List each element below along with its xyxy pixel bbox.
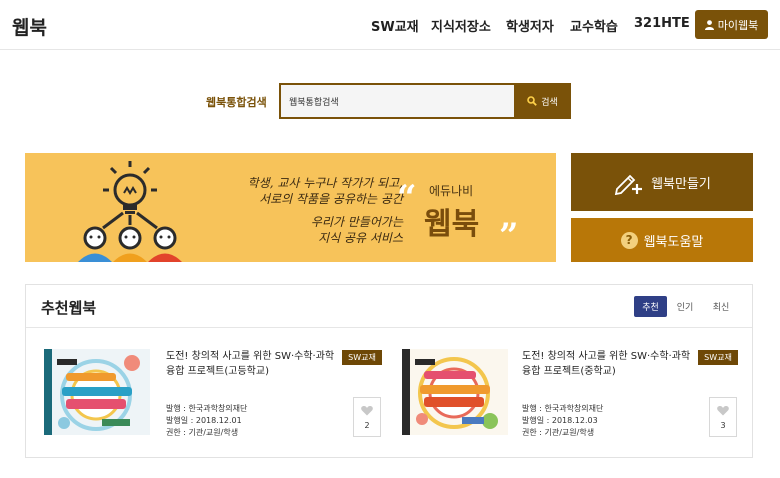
promo-banner[interactable]: 학생, 교사 누구나 작가가 되고, 서로의 작품을 공유하는 공간 우리가 만… bbox=[25, 153, 556, 262]
make-webbook-button[interactable]: 웹북만들기 bbox=[571, 153, 753, 211]
tab-recommended[interactable]: 추천 bbox=[634, 296, 667, 317]
like-button[interactable]: 2 bbox=[353, 397, 381, 437]
book-title[interactable]: 도전! 창의적 사고를 위한 SW·수학·과학 융합 프로젝트(중학교) bbox=[522, 349, 697, 379]
banner-tagline-1: 학생, 교사 누구나 작가가 되고, 서로의 작품을 공유하는 공간 bbox=[165, 175, 403, 207]
tab-popular[interactable]: 인기 bbox=[672, 296, 698, 317]
book-cover-art bbox=[44, 349, 150, 435]
banner-line-1: 학생, 교사 누구나 작가가 되고, bbox=[247, 176, 403, 190]
site-logo[interactable]: 웹북 bbox=[12, 13, 47, 40]
webbook-help-button[interactable]: ? 웹북도움말 bbox=[571, 218, 753, 262]
close-quote-icon: ” bbox=[499, 216, 519, 256]
recommended-panel: 추천웹북 추천 인기 최신 도전! 창의적 사고를 위한 SW·수학·과학 융합… bbox=[25, 284, 753, 458]
book-rights: 권한 : 기관/교원/학생 bbox=[522, 428, 595, 437]
book-title[interactable]: 도전! 창의적 사고를 위한 SW·수학·과학 융합 프로젝트(고등학교) bbox=[166, 349, 341, 379]
heart-icon bbox=[717, 405, 729, 415]
like-count: 3 bbox=[720, 420, 726, 430]
search-label: 웹북통합검색 bbox=[206, 96, 267, 109]
search-button[interactable]: 검색 bbox=[514, 83, 571, 119]
my-webbook-label: 마이웹북 bbox=[717, 18, 759, 32]
search-icon bbox=[527, 96, 538, 106]
search-button-label: 검색 bbox=[541, 97, 558, 108]
banner-tagline-2: 우리가 만들어가는 지식 공유 서비스 bbox=[205, 214, 403, 246]
banner-title: 웹북 bbox=[424, 207, 480, 242]
book-rights: 권한 : 기관/교원/학생 bbox=[166, 428, 239, 437]
banner-line-3: 우리가 만들어가는 bbox=[310, 215, 403, 229]
lightbulb-people-illustration bbox=[78, 161, 182, 262]
my-webbook-button[interactable]: 마이웹북 bbox=[695, 10, 768, 39]
top-header: 웹북 SW교재 지식저장소 학생저자 교수학습 321HTE 마이웹북 bbox=[0, 0, 780, 50]
like-count: 2 bbox=[364, 420, 370, 430]
tab-latest[interactable]: 최신 bbox=[707, 296, 735, 317]
book-cover-art bbox=[402, 349, 508, 435]
webbook-help-label: 웹북도움말 bbox=[643, 234, 704, 250]
question-icon: ? bbox=[620, 231, 638, 249]
book-cover[interactable] bbox=[44, 349, 150, 435]
banner-subtitle: 에듀나비 bbox=[429, 184, 474, 198]
book-meta: 발행 : 한국과학창의재단 발행일 : 2018.12.01 권한 : 기관/교… bbox=[166, 403, 247, 439]
nav-teaching-learning[interactable]: 교수학습 bbox=[570, 16, 618, 35]
pencil-plus-icon bbox=[614, 174, 643, 195]
book-publisher: 발행 : 한국과학창의재단 bbox=[522, 404, 604, 413]
user-icon bbox=[704, 19, 714, 30]
banner-line-4: 지식 공유 서비스 bbox=[318, 231, 403, 245]
nav-sw-textbook[interactable]: SW교재 bbox=[371, 16, 419, 35]
panel-divider bbox=[26, 327, 752, 328]
heart-icon bbox=[361, 405, 373, 415]
book-publisher: 발행 : 한국과학창의재단 bbox=[166, 404, 248, 413]
make-webbook-label: 웹북만들기 bbox=[651, 176, 711, 192]
nav-student-author[interactable]: 학생저자 bbox=[506, 16, 554, 35]
like-button[interactable]: 3 bbox=[709, 397, 737, 437]
nav-knowledge-storage[interactable]: 지식저장소 bbox=[431, 16, 491, 35]
recommended-title: 추천웹북 bbox=[41, 299, 97, 317]
book-category-badge: SW교재 bbox=[342, 350, 382, 365]
book-date: 발행일 : 2018.12.03 bbox=[522, 416, 598, 425]
book-meta: 발행 : 한국과학창의재단 발행일 : 2018.12.03 권한 : 기관/교… bbox=[522, 403, 603, 439]
open-quote-icon: “ bbox=[397, 178, 417, 218]
book-cover[interactable] bbox=[402, 349, 508, 435]
search-input[interactable] bbox=[279, 83, 515, 119]
nav-321hte[interactable]: 321HTE bbox=[634, 16, 690, 31]
book-date: 발행일 : 2018.12.01 bbox=[166, 416, 242, 425]
book-category-badge: SW교재 bbox=[698, 350, 738, 365]
banner-line-2: 서로의 작품을 공유하는 공간 bbox=[259, 192, 403, 206]
